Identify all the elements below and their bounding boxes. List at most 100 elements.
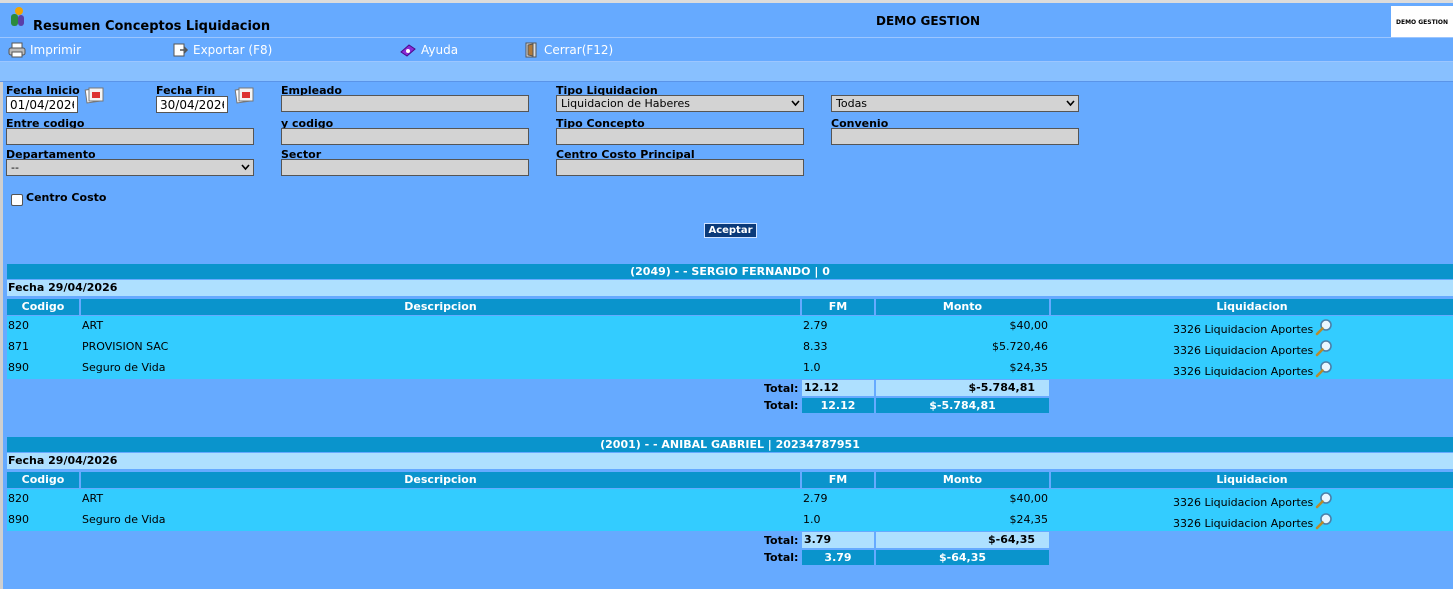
chevron-down-icon bbox=[241, 164, 250, 171]
cell-fm: 8.33 bbox=[803, 340, 828, 353]
cell-fm: 1.0 bbox=[803, 361, 821, 374]
cell-liquidacion[interactable]: 3326 Liquidacion Aportes bbox=[1173, 511, 1333, 530]
col-codigo: Codigo bbox=[7, 299, 79, 315]
cell-liquidacion[interactable]: 3326 Liquidacion Aportes bbox=[1173, 317, 1333, 336]
total-fm: 3.79 bbox=[802, 550, 874, 565]
total-label: Total: bbox=[764, 399, 799, 412]
subtotal-monto: $-5.784,81 bbox=[876, 380, 1049, 396]
fecha-row: Fecha 29/04/2026 bbox=[7, 280, 1453, 296]
y-codigo-input[interactable] bbox=[281, 128, 529, 145]
aceptar-button[interactable]: Aceptar bbox=[704, 223, 757, 238]
subtotal-label: Total: bbox=[764, 534, 799, 547]
liquidacion-text: 3326 Liquidacion Aportes bbox=[1173, 323, 1314, 336]
cell-monto: $40,00 bbox=[1009, 492, 1049, 505]
fecha-fin-input[interactable] bbox=[156, 96, 228, 113]
col-monto: Monto bbox=[876, 472, 1049, 488]
calendar-icon[interactable] bbox=[83, 85, 105, 105]
departamento-select[interactable]: -- bbox=[6, 159, 254, 176]
magnifier-icon[interactable] bbox=[1315, 491, 1333, 509]
help-label: Ayuda bbox=[421, 43, 459, 57]
fecha-inicio-input[interactable] bbox=[6, 96, 78, 113]
export-label: Exportar (F8) bbox=[193, 43, 273, 57]
cell-codigo: 820 bbox=[8, 492, 29, 505]
empleado-input[interactable] bbox=[281, 95, 529, 112]
col-fm: FM bbox=[802, 472, 874, 488]
print-button[interactable]: Imprimir bbox=[8, 42, 81, 58]
col-fm: FM bbox=[802, 299, 874, 315]
cell-liquidacion[interactable]: 3326 Liquidacion Aportes bbox=[1173, 490, 1333, 509]
liquidacion-text: 3326 Liquidacion Aportes bbox=[1173, 344, 1314, 357]
sector-input[interactable] bbox=[281, 159, 529, 176]
company-name: DEMO GESTION bbox=[876, 14, 981, 28]
table-row: 871 PROVISION SAC 8.33 $5.720,46 3326 Liquid… bbox=[7, 337, 1453, 358]
cell-fm: 2.79 bbox=[803, 319, 828, 332]
centro-costo-checkbox[interactable] bbox=[11, 194, 23, 206]
cell-monto: $40,00 bbox=[1009, 319, 1049, 332]
liquidacion-text: 3326 Liquidacion Aportes bbox=[1173, 365, 1314, 378]
employee-header: (2001) - - ANIBAL GABRIEL | 20234787951 bbox=[7, 437, 1453, 452]
todas-select[interactable]: Todas bbox=[831, 95, 1079, 112]
chevron-down-icon bbox=[791, 100, 800, 107]
tipo-liquidacion-select[interactable]: Liquidacion de Haberes bbox=[556, 95, 804, 112]
centro-costo-principal-input[interactable] bbox=[556, 159, 804, 176]
door-exit-icon bbox=[525, 42, 537, 58]
col-monto: Monto bbox=[876, 299, 1049, 315]
total-fm: 12.12 bbox=[802, 398, 874, 413]
close-button[interactable]: Cerrar(F12) bbox=[522, 42, 613, 58]
liquidacion-text: 3326 Liquidacion Aportes bbox=[1173, 517, 1314, 530]
export-button[interactable]: Exportar (F8) bbox=[171, 42, 272, 58]
toolbar: Imprimir Exportar (F8) Ayuda Cerrar(F12) bbox=[0, 37, 1453, 62]
page-title: Resumen Conceptos Liquidacion bbox=[33, 19, 271, 34]
liquidacion-text: 3326 Liquidacion Aportes bbox=[1173, 496, 1314, 509]
tipo-concepto-input[interactable] bbox=[556, 128, 804, 145]
magnifier-icon[interactable] bbox=[1315, 339, 1333, 357]
total-monto: $-64,35 bbox=[876, 550, 1049, 565]
chevron-down-icon bbox=[1066, 100, 1075, 107]
col-codigo: Codigo bbox=[7, 472, 79, 488]
printer-icon bbox=[8, 42, 26, 58]
employee-header: (2049) - - SERGIO FERNANDO | 0 bbox=[7, 264, 1453, 279]
cell-codigo: 871 bbox=[8, 340, 29, 353]
cell-monto: $24,35 bbox=[1009, 361, 1049, 374]
brand-logo: DEMO GESTION bbox=[1391, 6, 1453, 38]
total-monto: $-5.784,81 bbox=[876, 398, 1049, 413]
col-liquidacion: Liquidacion bbox=[1051, 472, 1453, 488]
entre-codigo-input[interactable] bbox=[6, 128, 254, 145]
table-row: 890 Seguro de Vida 1.0 $24,35 3326 Liquidaci… bbox=[7, 510, 1453, 531]
print-label: Imprimir bbox=[30, 43, 82, 57]
subtotal-fm: 12.12 bbox=[802, 380, 874, 396]
cell-descripcion: ART bbox=[82, 492, 104, 505]
total-label: Total: bbox=[764, 551, 799, 564]
left-edge bbox=[0, 82, 3, 589]
calendar-icon[interactable] bbox=[233, 85, 255, 105]
table-row: 890 Seguro de Vida 1.0 $24,35 3326 Liquidaci… bbox=[7, 358, 1453, 379]
cell-fm: 1.0 bbox=[803, 513, 821, 526]
convenio-input[interactable] bbox=[831, 128, 1079, 145]
cell-descripcion: ART bbox=[82, 319, 104, 332]
cell-liquidacion[interactable]: 3326 Liquidacion Aportes bbox=[1173, 338, 1333, 357]
todas-value: Todas bbox=[836, 97, 868, 110]
cell-descripcion: PROVISION SAC bbox=[82, 340, 169, 353]
cell-codigo: 820 bbox=[8, 319, 29, 332]
help-book-icon bbox=[400, 44, 416, 57]
subtotal-monto: $-64,35 bbox=[876, 532, 1049, 548]
cell-fm: 2.79 bbox=[803, 492, 828, 505]
close-label: Cerrar(F12) bbox=[544, 43, 614, 57]
title-bar: Resumen Conceptos Liquidacion DEMO GESTI… bbox=[0, 0, 1453, 38]
cell-descripcion: Seguro de Vida bbox=[82, 361, 166, 374]
cell-monto: $24,35 bbox=[1009, 513, 1049, 526]
cell-descripcion: Seguro de Vida bbox=[82, 513, 166, 526]
cell-monto: $5.720,46 bbox=[992, 340, 1048, 353]
magnifier-icon[interactable] bbox=[1315, 318, 1333, 336]
help-button[interactable]: Ayuda bbox=[399, 42, 458, 58]
table-row: 820 ART 2.79 $40,00 3326 Liquidacion Aportes bbox=[7, 489, 1453, 510]
col-descripcion: Descripcion bbox=[81, 299, 800, 315]
tipo-liquidacion-value: Liquidacion de Haberes bbox=[561, 97, 691, 110]
app-logo-icon bbox=[11, 7, 24, 26]
magnifier-icon[interactable] bbox=[1315, 360, 1333, 378]
cell-codigo: 890 bbox=[8, 513, 29, 526]
col-liquidacion: Liquidacion bbox=[1051, 299, 1453, 315]
cell-liquidacion[interactable]: 3326 Liquidacion Aportes bbox=[1173, 359, 1333, 378]
magnifier-icon[interactable] bbox=[1315, 512, 1333, 530]
subtotal-fm: 3.79 bbox=[802, 532, 874, 548]
